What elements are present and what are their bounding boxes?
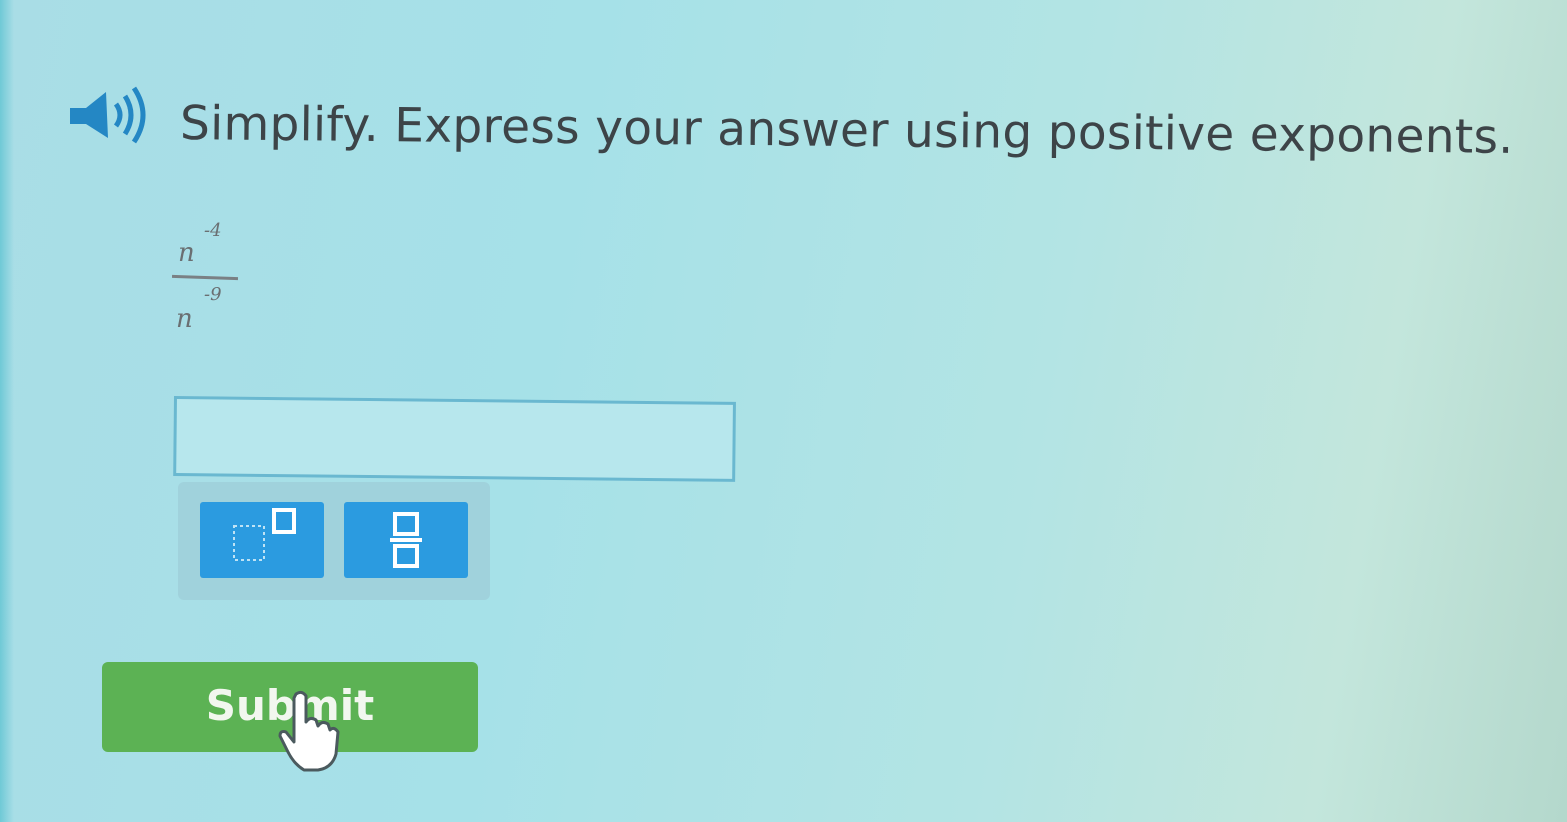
fraction-bar xyxy=(171,274,239,281)
expression-fraction: n -4 n -9 xyxy=(168,218,258,348)
fraction-template-button[interactable] xyxy=(344,502,468,578)
denominator-exponent: -9 xyxy=(204,284,222,305)
exponent-template-icon xyxy=(233,508,296,561)
left-edge-strip xyxy=(0,0,14,822)
speaker-icon[interactable] xyxy=(62,82,162,148)
hand-pointer-cursor-icon xyxy=(276,688,342,774)
exponent-template-button[interactable] xyxy=(200,502,324,578)
numerator-base: n xyxy=(178,238,195,268)
fraction-template-icon xyxy=(390,512,422,568)
math-toolbar xyxy=(178,482,490,600)
numerator-exponent: -4 xyxy=(204,220,222,241)
answer-input[interactable] xyxy=(173,396,736,482)
denominator-base: n xyxy=(176,304,193,334)
question-text: Simplify. Express your answer using posi… xyxy=(179,96,1514,165)
